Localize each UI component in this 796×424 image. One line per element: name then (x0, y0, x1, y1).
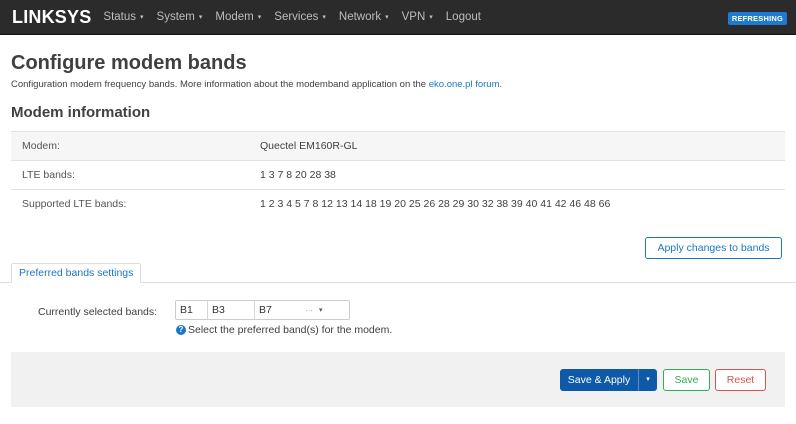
selected-band-chip[interactable]: B3 (208, 301, 255, 319)
nav-menu-status[interactable]: Status ▾ (103, 11, 143, 23)
bands-help-text: ? Select the preferred band(s) for the m… (176, 324, 392, 336)
nav-menu-status-label: Status (103, 11, 137, 23)
reset-button[interactable]: Reset (715, 369, 766, 391)
tab-preferred-bands-settings[interactable]: Preferred bands settings (11, 263, 142, 283)
nav-menu-system-label: System (156, 11, 195, 23)
forum-link[interactable]: eko.one.pl forum (429, 79, 500, 90)
more-options-icon: ··· (305, 305, 313, 315)
nav-menu-network-label: Network (338, 11, 382, 23)
modem-info-table: Modem: Quectel EM160R-GL LTE bands: 1 3 … (11, 131, 785, 218)
chevron-down-icon[interactable]: ▾ (319, 306, 323, 314)
save-button[interactable]: Save (663, 369, 710, 391)
refreshing-badge[interactable]: REFRESHING (727, 12, 787, 25)
row-value-supported-lte-bands: 1 2 3 4 5 7 8 12 13 14 18 19 20 25 26 28… (260, 198, 611, 210)
top-navbar: LINKSYS Status ▾ System ▾ Modem ▾ Services ▾… (0, 0, 796, 35)
nav-menu-modem[interactable]: Modem ▾ (215, 11, 261, 23)
save-and-apply-dropdown-icon[interactable]: ▾ (638, 369, 657, 391)
chevron-down-icon: ▾ (140, 14, 144, 21)
table-row: LTE bands: 1 3 7 8 20 28 38 (11, 160, 785, 189)
nav-menu-services[interactable]: Services ▾ (274, 11, 326, 23)
table-row: Supported LTE bands: 1 2 3 4 5 7 8 12 13… (11, 189, 785, 218)
row-key-lte-bands: LTE bands: (22, 169, 75, 181)
page-title: Configure modem bands (11, 52, 247, 74)
selected-band-chip[interactable]: B1 (176, 301, 208, 319)
page-description: Configuration modem frequency bands. Mor… (11, 79, 502, 90)
chevron-down-icon: ▾ (322, 14, 326, 21)
chevron-down-icon: ▾ (385, 14, 389, 21)
chevron-down-icon: ▾ (429, 14, 433, 21)
nav-menu-vpn[interactable]: VPN ▾ (402, 11, 433, 23)
row-value-modem: Quectel EM160R-GL (260, 140, 358, 152)
nav-menu-services-label: Services (274, 11, 319, 23)
save-and-apply-button[interactable]: Save & Apply (560, 369, 638, 391)
table-row: Modem: Quectel EM160R-GL (11, 131, 785, 160)
page-description-suffix: . (499, 79, 503, 90)
nav-menu-modem-label: Modem (215, 11, 254, 23)
nav-menu-system[interactable]: System ▾ (157, 11, 203, 23)
nav-logout-link[interactable]: Logout (446, 11, 481, 23)
apply-changes-to-bands-button[interactable]: Apply changes to bands (645, 237, 782, 259)
help-icon: ? (176, 325, 186, 335)
row-key-supported-lte-bands: Supported LTE bands: (22, 198, 127, 210)
bands-multiselect[interactable]: B1 B3 B7 ··· ▾ (175, 300, 350, 320)
selected-band-chip[interactable]: B7 (255, 301, 305, 319)
chevron-down-icon: ▾ (257, 14, 262, 21)
nav-menu-vpn-label: VPN (401, 11, 426, 23)
chevron-down-icon: ▾ (198, 14, 203, 21)
section-title-modem-information: Modem information (11, 104, 151, 121)
brand-logo[interactable]: LINKSYS (12, 7, 91, 28)
currently-selected-bands-label: Currently selected bands: (38, 306, 158, 318)
nav-menu-network[interactable]: Network ▾ (339, 11, 389, 23)
row-value-lte-bands: 1 3 7 8 20 28 38 (260, 169, 336, 181)
row-key-modem: Modem: (22, 140, 60, 152)
page-description-text: Configuration modem frequency bands. Mor… (11, 79, 429, 90)
help-text: Select the preferred band(s) for the mod… (188, 324, 393, 336)
